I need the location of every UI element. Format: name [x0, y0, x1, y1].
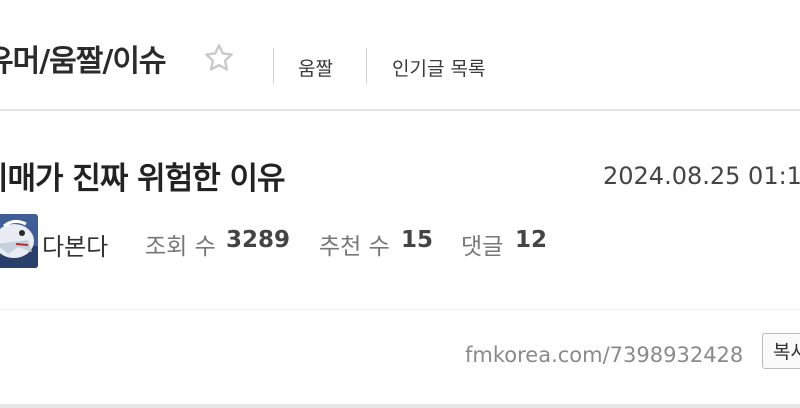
recommend-label: 추천 수 [319, 234, 390, 260]
comments-count: 12 [515, 227, 548, 253]
meta-divider [0, 309, 800, 310]
views-count: 3289 [226, 227, 291, 253]
copy-url-button[interactable]: 복사 [762, 333, 800, 369]
nav-link-popular[interactable]: 인기글 목록 [392, 54, 485, 81]
author-name[interactable]: 다본다 [42, 227, 108, 262]
board-header: 유머/움짤/이슈 움짤 인기글 목록 [0, 0, 800, 110]
recommend-count: 15 [401, 227, 434, 253]
views-label: 조회 수 [145, 234, 216, 260]
nav-separator [273, 48, 274, 84]
post-title: 이매가 진짜 위험한 이유 [0, 161, 286, 197]
avatar-image-icon [0, 214, 38, 268]
content-divider [0, 404, 800, 408]
board-title[interactable]: 유머/움짤/이슈 [0, 36, 167, 80]
header-divider [0, 109, 800, 111]
nav-link-gif[interactable]: 움짤 [298, 54, 333, 81]
post-date: 2024.08.25 01:1 [603, 162, 800, 190]
avatar[interactable] [0, 214, 38, 268]
nav-separator [366, 48, 367, 84]
comments-label: 댓글 [461, 234, 504, 260]
post-url[interactable]: fmkorea.com/7398932428 [465, 343, 743, 367]
star-icon[interactable] [203, 42, 235, 74]
